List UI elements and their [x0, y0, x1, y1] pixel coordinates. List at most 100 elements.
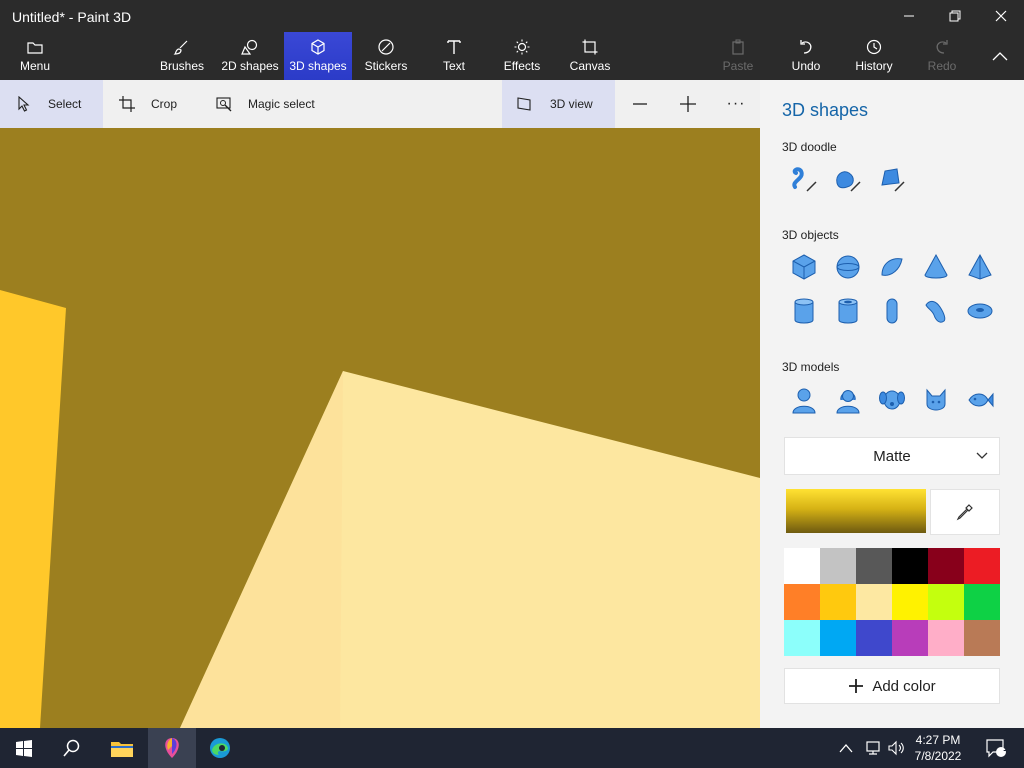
color-swatch[interactable]	[964, 548, 1000, 584]
color-swatch[interactable]	[928, 548, 964, 584]
add-color-button[interactable]: Add color	[784, 668, 1000, 704]
tab-brushes[interactable]: Brushes	[158, 32, 206, 80]
curved-tube-icon	[925, 300, 946, 323]
zoom-in-button[interactable]	[668, 80, 708, 128]
history-button[interactable]: History	[850, 32, 898, 80]
capsule-icon	[886, 298, 898, 324]
current-color-swatch[interactable]	[786, 489, 926, 533]
restore-button[interactable]	[932, 0, 978, 32]
zoom-out-button[interactable]	[620, 80, 660, 128]
network-icon	[866, 741, 880, 755]
clipboard-icon	[732, 39, 744, 55]
color-swatch[interactable]	[784, 584, 820, 620]
cat-model-button[interactable]	[918, 382, 954, 418]
tab-canvas[interactable]: Canvas	[566, 32, 614, 80]
sphere-button[interactable]	[830, 249, 866, 285]
tab-2d-shapes-label: 2D shapes	[221, 59, 279, 73]
tube-button[interactable]	[830, 293, 866, 329]
color-swatch[interactable]	[856, 620, 892, 656]
volume-button[interactable]	[882, 728, 910, 768]
color-swatch[interactable]	[928, 584, 964, 620]
hemisphere-button[interactable]	[874, 249, 910, 285]
minimize-button[interactable]	[886, 0, 932, 32]
cone-button[interactable]	[918, 249, 954, 285]
file-explorer-button[interactable]	[98, 728, 146, 768]
drawing-canvas[interactable]	[0, 128, 760, 728]
pyramid-button[interactable]	[962, 249, 998, 285]
undo-button[interactable]: Undo	[782, 32, 830, 80]
cylinder-button[interactable]	[786, 293, 822, 329]
text-icon	[447, 40, 461, 54]
donut-button[interactable]	[962, 293, 998, 329]
notifications-button[interactable]: 1	[976, 728, 1016, 768]
fish-icon	[968, 392, 994, 408]
tube-doodle-button[interactable]	[874, 162, 910, 198]
cone-icon	[924, 253, 948, 279]
3d-view-button[interactable]: 3D view	[502, 80, 615, 128]
pyramid-icon	[968, 253, 992, 280]
soft-edge-doodle-button[interactable]	[830, 162, 866, 198]
crop-button[interactable]: Crop	[103, 80, 198, 128]
chevron-up-icon	[839, 744, 853, 753]
minus-icon	[633, 103, 647, 105]
color-swatch[interactable]	[856, 584, 892, 620]
paint-3d-taskbar-button[interactable]	[148, 728, 196, 768]
eyedropper-icon	[956, 504, 973, 521]
magic-select-button[interactable]: Magic select	[200, 80, 340, 128]
edge-browser-button[interactable]	[196, 728, 244, 768]
color-swatch[interactable]	[892, 548, 928, 584]
edge-icon	[210, 738, 230, 758]
dog-model-button[interactable]	[874, 382, 910, 418]
start-button[interactable]	[0, 728, 48, 768]
tab-3d-shapes[interactable]: 3D shapes	[284, 32, 352, 80]
color-swatch[interactable]	[928, 620, 964, 656]
soft-doodle-icon	[836, 171, 861, 192]
color-swatch[interactable]	[784, 548, 820, 584]
tab-2d-shapes[interactable]: 2D shapes	[219, 32, 281, 80]
taskbar-clock[interactable]: 4:27 PM 7/8/2022	[908, 732, 968, 764]
color-swatch[interactable]	[892, 584, 928, 620]
capsule-button[interactable]	[874, 293, 910, 329]
color-swatch[interactable]	[820, 620, 856, 656]
paste-button[interactable]: Paste	[714, 32, 762, 80]
sticker-icon	[378, 39, 394, 55]
tab-text-label: Text	[442, 59, 465, 73]
select-button[interactable]: Select	[0, 80, 103, 128]
search-button[interactable]	[48, 728, 96, 768]
redo-button[interactable]: Redo	[918, 32, 966, 80]
search-icon	[63, 739, 80, 757]
tab-stickers[interactable]: Stickers	[362, 32, 410, 80]
woman-model-button[interactable]	[830, 382, 866, 418]
color-swatch[interactable]	[784, 620, 820, 656]
cube-button[interactable]	[786, 249, 822, 285]
cat-icon	[926, 388, 946, 411]
plus-icon	[680, 96, 696, 112]
color-swatch[interactable]	[820, 584, 856, 620]
woman-icon	[836, 390, 860, 414]
add-color-label: Add color	[872, 677, 936, 695]
curved-tube-button[interactable]	[918, 293, 954, 329]
3d-view-icon	[517, 97, 531, 111]
color-swatch[interactable]	[892, 620, 928, 656]
color-swatch[interactable]	[856, 548, 892, 584]
tab-text[interactable]: Text	[430, 32, 478, 80]
material-dropdown[interactable]: Matte	[784, 437, 1000, 475]
canvas-shapes	[0, 290, 760, 728]
color-swatch[interactable]	[964, 584, 1000, 620]
color-swatch[interactable]	[820, 548, 856, 584]
taskbar: 4:27 PM 7/8/2022 1	[0, 728, 1024, 768]
tab-effects[interactable]: Effects	[498, 32, 546, 80]
eyedropper-button[interactable]	[930, 489, 1000, 535]
tab-stickers-label: Stickers	[364, 59, 408, 73]
menu-button[interactable]: Menu	[8, 32, 62, 80]
collapse-ribbon-button[interactable]	[980, 32, 1020, 80]
tab-canvas-label: Canvas	[569, 59, 611, 73]
man-model-button[interactable]	[786, 382, 822, 418]
fish-model-button[interactable]	[962, 382, 998, 418]
sharp-edge-doodle-button[interactable]	[786, 162, 822, 198]
close-button[interactable]	[978, 0, 1024, 32]
more-options-button[interactable]: ···	[716, 80, 756, 128]
yellow-shape[interactable]	[0, 290, 66, 728]
undo-icon	[800, 40, 812, 54]
color-swatch[interactable]	[964, 620, 1000, 656]
